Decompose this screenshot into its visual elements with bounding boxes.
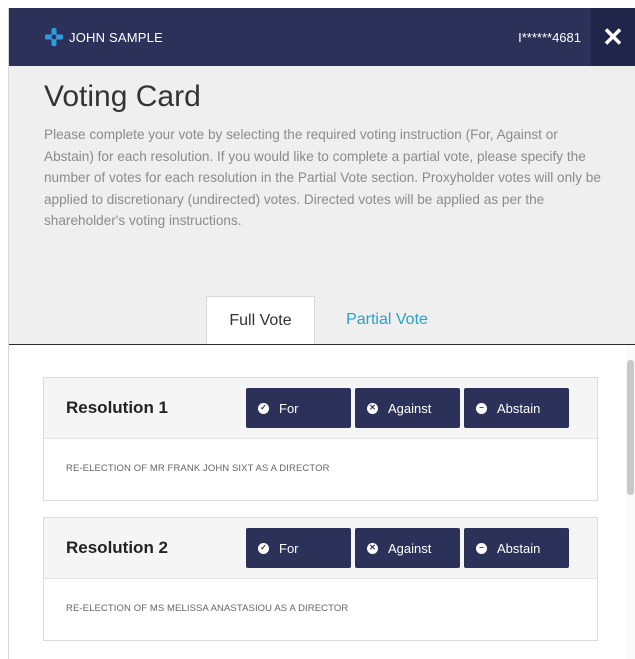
resolution-card: Resolution 2 ✓ For ✕ Against − Abstain R… xyxy=(43,517,598,641)
close-icon: ✕ xyxy=(602,21,624,52)
vote-against-button[interactable]: ✕ Against xyxy=(355,528,460,568)
scrollbar-thumb[interactable] xyxy=(627,360,634,495)
scrollbar[interactable] xyxy=(626,345,635,659)
page-title: Voting Card xyxy=(44,80,201,113)
vote-against-label: Against xyxy=(388,400,432,416)
vote-for-button[interactable]: ✓ For xyxy=(246,528,351,568)
voting-instructions: Please complete your vote by selecting t… xyxy=(44,127,601,228)
tab-divider xyxy=(9,344,635,345)
resolution-header: Resolution 1 ✓ For ✕ Against − Abstain xyxy=(44,378,597,439)
minus-circle-icon: − xyxy=(476,402,487,414)
x-circle-icon: ✕ xyxy=(367,542,378,554)
close-button[interactable]: ✕ xyxy=(591,8,635,66)
resolution-header: Resolution 2 ✓ For ✕ Against − Abstain xyxy=(44,518,597,579)
header-bar: JOHN SAMPLE I******4681 ✕ xyxy=(9,8,635,66)
check-circle-icon: ✓ xyxy=(258,542,269,554)
x-circle-icon: ✕ xyxy=(367,402,378,414)
resolution-description: RE-ELECTION OF MS MELISSA ANASTASIOU AS … xyxy=(66,602,349,614)
minus-circle-icon: − xyxy=(476,542,487,554)
resolution-title: Resolution 1 xyxy=(66,398,169,417)
user-name: JOHN SAMPLE xyxy=(69,29,163,45)
vote-abstain-label: Abstain xyxy=(497,400,541,416)
check-circle-icon: ✓ xyxy=(258,402,269,414)
tab-full-vote[interactable]: Full Vote xyxy=(206,296,315,345)
vote-for-label: For xyxy=(279,400,299,416)
vote-abstain-button[interactable]: − Abstain xyxy=(464,388,569,428)
resolution-description: RE-ELECTION OF MR FRANK JOHN SIXT AS A D… xyxy=(66,462,330,474)
vote-for-button[interactable]: ✓ For xyxy=(246,388,351,428)
user-info: JOHN SAMPLE xyxy=(45,8,163,66)
account-id: I******4681 xyxy=(518,29,581,45)
vote-abstain-button[interactable]: − Abstain xyxy=(464,528,569,568)
vote-against-label: Against xyxy=(388,540,432,556)
tab-partial-vote[interactable]: Partial Vote xyxy=(327,296,447,344)
vote-abstain-label: Abstain xyxy=(497,540,541,556)
resolution-card: Resolution 1 ✓ For ✕ Against − Abstain R… xyxy=(43,377,598,501)
vote-for-label: For xyxy=(279,540,299,556)
voting-card-intro: Voting Card Please complete your vote by… xyxy=(9,66,635,345)
vote-against-button[interactable]: ✕ Against xyxy=(355,388,460,428)
resolution-title: Resolution 2 xyxy=(66,538,169,557)
plus-cross-icon xyxy=(45,28,63,46)
